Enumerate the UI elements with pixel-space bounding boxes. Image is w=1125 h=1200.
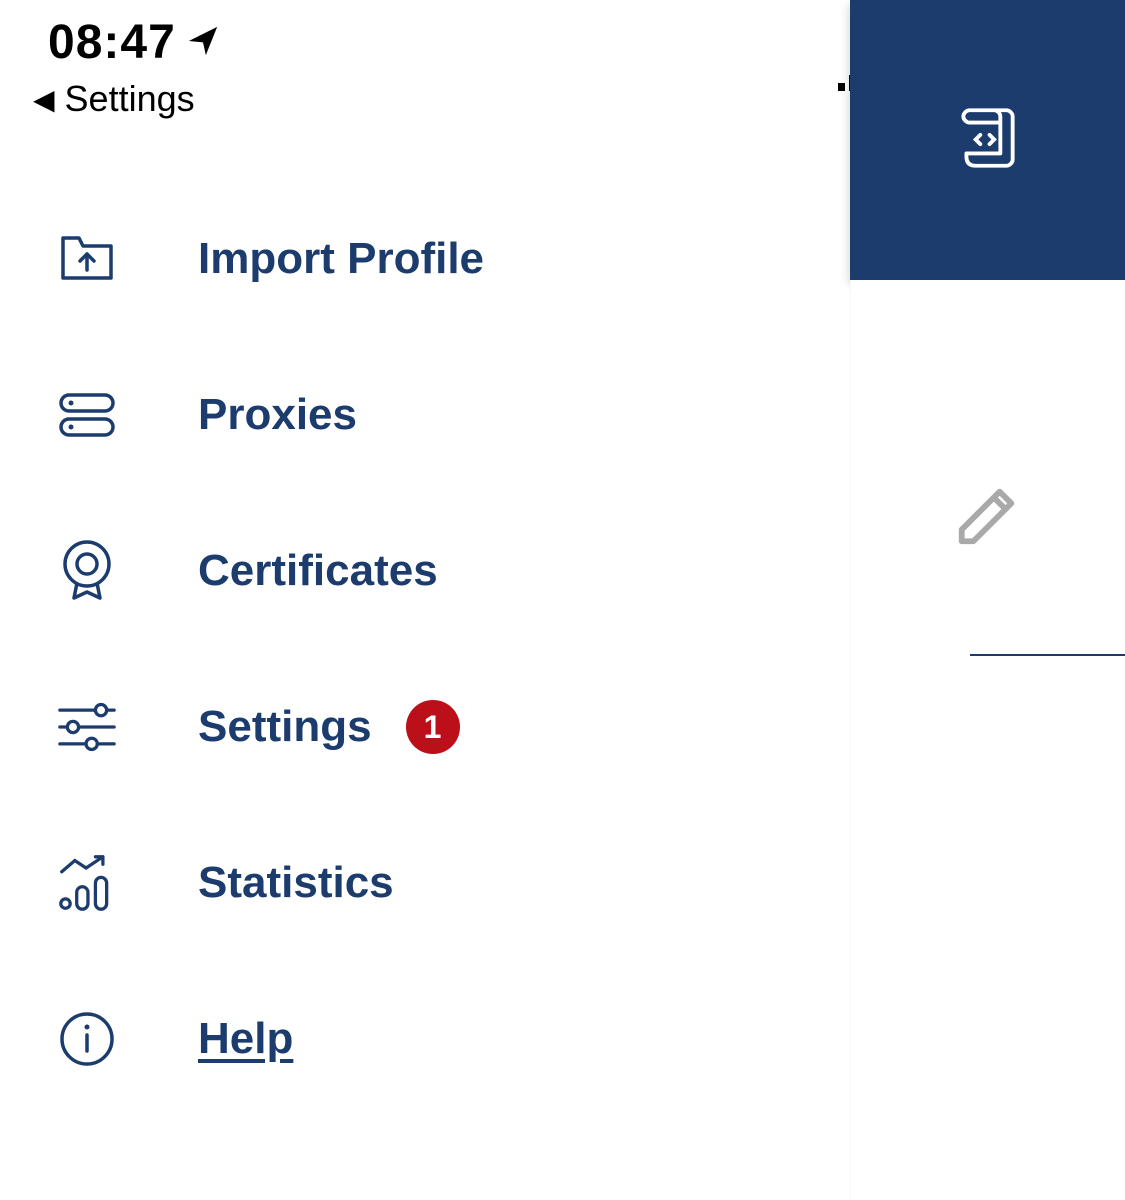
back-arrow-icon: ◀ <box>33 83 55 116</box>
divider <box>970 654 1125 656</box>
side-panel-header[interactable] <box>850 0 1125 280</box>
menu-label: Import Profile <box>198 234 484 284</box>
pencil-icon <box>953 537 1023 554</box>
side-panel <box>850 0 1125 1200</box>
statistics-icon <box>58 854 116 912</box>
import-folder-icon <box>58 230 116 288</box>
menu-label: Settings <box>198 702 372 752</box>
menu-item-statistics[interactable]: Statistics <box>58 854 758 912</box>
proxies-icon <box>58 386 116 444</box>
info-icon <box>58 1010 116 1068</box>
menu-item-certificates[interactable]: Certificates <box>58 542 758 600</box>
notification-badge: 1 <box>406 700 460 754</box>
status-time: 08:47 <box>48 15 220 70</box>
menu-label: Certificates <box>198 546 438 596</box>
menu-item-help[interactable]: Help <box>58 1010 758 1068</box>
menu-item-settings[interactable]: Settings 1 <box>58 698 758 756</box>
menu-item-import-profile[interactable]: Import Profile <box>58 230 758 288</box>
menu-item-proxies[interactable]: Proxies <box>58 386 758 444</box>
back-nav[interactable]: ◀ Settings <box>33 78 195 120</box>
menu-label: Statistics <box>198 858 394 908</box>
location-arrow-icon <box>186 15 220 70</box>
edit-button[interactable] <box>953 480 1023 555</box>
menu-label: Help <box>198 1014 293 1064</box>
time-text: 08:47 <box>48 15 176 70</box>
script-code-icon <box>951 101 1025 180</box>
menu-label: Proxies <box>198 390 357 440</box>
side-panel-body <box>850 280 1125 1200</box>
main-menu: Import Profile Proxies Certificates <box>58 230 758 1166</box>
certificate-icon <box>58 542 116 600</box>
back-label: Settings <box>65 78 195 120</box>
settings-sliders-icon <box>58 698 116 756</box>
